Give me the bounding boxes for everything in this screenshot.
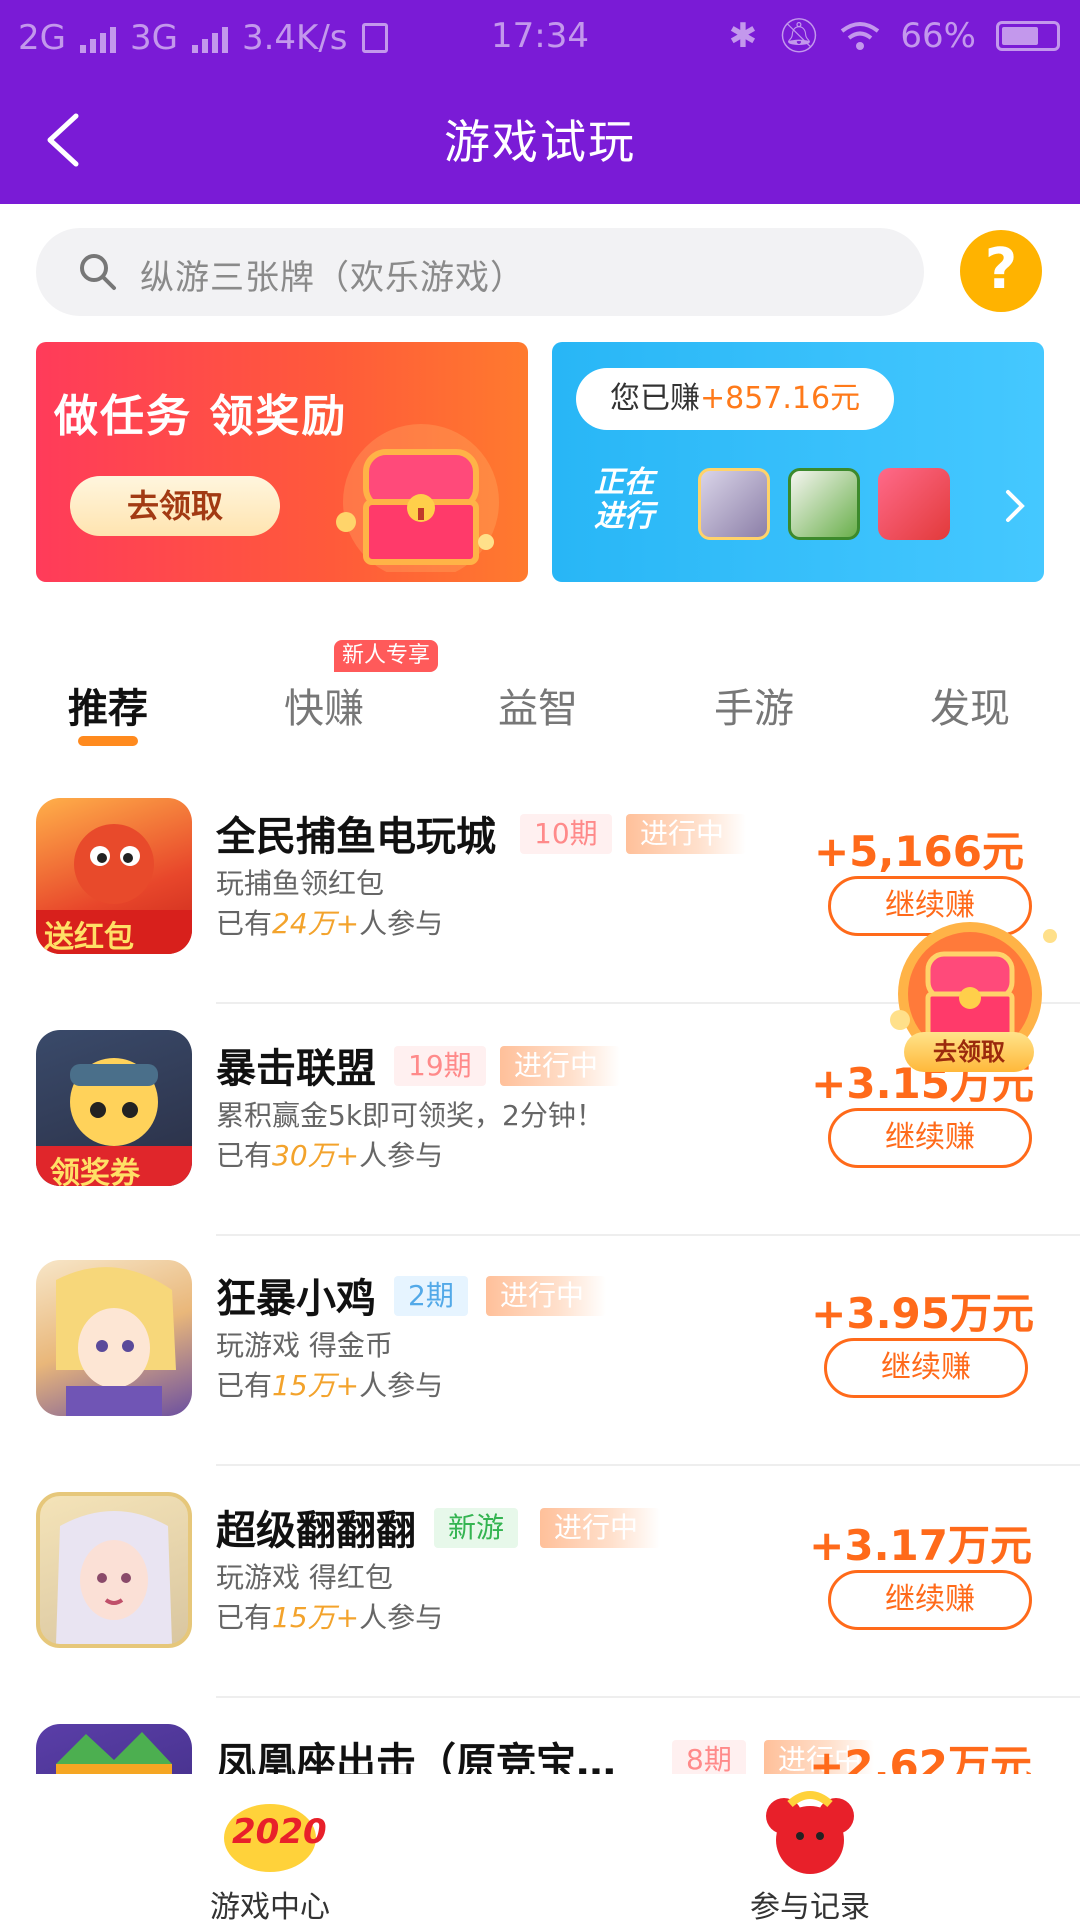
game-desc: 玩捕鱼领红包 [216, 867, 385, 900]
continue-earn-button[interactable]: 继续赚 [828, 1108, 1032, 1168]
game-icon [36, 1724, 192, 1774]
earned-pill: 您已赚+857.16元 [576, 368, 894, 430]
list-item[interactable]: 超级翻翻翻 新游 进行中 玩游戏 得红包 已有15万+人参与 +3.17万元 继… [0, 1468, 1080, 1698]
bluetooth-icon: ✱ [728, 16, 758, 56]
floating-claim-label[interactable]: 去领取 [904, 1032, 1034, 1072]
divider [216, 1696, 1080, 1698]
game-thumb-3[interactable] [878, 468, 950, 540]
status-bar: 2G 3G 3.4K/s 17:34 ✱ 🔕︎ 66% [0, 0, 1080, 76]
tab-recommend[interactable]: 推荐 [28, 676, 188, 734]
claim-button[interactable]: 去领取 [70, 476, 280, 536]
period-tag: 新游 [434, 1508, 519, 1548]
participants: 已有15万+人参与 [216, 1601, 444, 1634]
tab-quick-earn[interactable]: 快赚 [244, 676, 404, 734]
period-tag: 8期 [672, 1740, 746, 1774]
status-tag: 进行中 [540, 1508, 660, 1548]
status-right: ✱ 🔕︎ 66% [729, 16, 1060, 56]
game-name: 狂暴小鸡 [216, 1276, 376, 1322]
category-tabs: 推荐 快赚 新人专享 益智 手游 发现 [0, 640, 1080, 750]
period-tag: 19期 [394, 1046, 486, 1086]
game-desc: 玩游戏 得金币 [216, 1329, 393, 1362]
game-name: 凤凰座出击（原竞宝… [216, 1740, 616, 1774]
new-user-badge: 新人专享 [334, 640, 439, 672]
continue-earn-button[interactable]: 继续赚 [828, 1570, 1032, 1630]
tab-puzzle[interactable]: 益智 [458, 676, 618, 734]
reward-amount: +2.62万元 [809, 1741, 1032, 1774]
nav-participation-records[interactable]: 参与记录 [710, 1786, 910, 1920]
page-title: 游戏试玩 [444, 115, 636, 169]
tab-discover[interactable]: 发现 [890, 676, 1050, 734]
game-name: 全民捕鱼电玩城 [216, 814, 496, 860]
task-reward-banner[interactable]: 做任务 领奖励 去领取 [36, 342, 528, 582]
game-desc: 累积赢金5k即可领奖，2分钟！ [216, 1099, 604, 1132]
wifi-icon [841, 22, 880, 50]
game-icon-label: 领奖券 [50, 1156, 140, 1186]
chevron-right-icon[interactable] [1000, 486, 1030, 526]
tab-mobile-games[interactable]: 手游 [674, 676, 834, 734]
bottom-nav: 2020 游戏中心 参与记录 [0, 1776, 1080, 1920]
top-card: 纵游三张牌（欢乐游戏） ? 做任务 领奖励 去领取 您已赚+857.16元 正在… [0, 204, 1080, 618]
game-desc: 玩游戏 得红包 [216, 1561, 393, 1594]
task-banner-title: 做任务 领奖励 [54, 391, 348, 442]
earned-amount: +857.16元 [700, 381, 861, 416]
treasure-chest-icon [336, 424, 499, 572]
game-icon [36, 1260, 192, 1416]
reward-amount: +3.17万元 [809, 1521, 1032, 1570]
search-input[interactable]: 纵游三张牌（欢乐游戏） [36, 228, 924, 316]
participants: 已有15万+人参与 [216, 1369, 444, 1402]
battery-icon [996, 21, 1060, 51]
earnings-banner[interactable]: 您已赚+857.16元 正在 进行 [552, 342, 1044, 582]
search-icon [80, 254, 116, 290]
mute-icon: 🔕︎ [777, 16, 821, 56]
divider [216, 1464, 1080, 1466]
list-item[interactable]: 凤凰座出击（原竞宝… 8期 进行中 +2.62万元 [0, 1700, 1080, 1774]
game-icon [36, 1492, 192, 1648]
game-thumb-1[interactable] [698, 468, 770, 540]
period-tag: 2期 [394, 1276, 468, 1316]
reward-amount: +3.95万元 [811, 1289, 1034, 1338]
continue-earn-button[interactable]: 继续赚 [824, 1338, 1028, 1398]
participants: 已有30万+人参与 [216, 1139, 444, 1172]
game-name: 暴击联盟 [216, 1046, 376, 1092]
nav-label: 游戏中心 [210, 1890, 330, 1920]
floating-reward-chest[interactable]: 去领取 [880, 910, 1060, 1080]
app-root: 2G 3G 3.4K/s 17:34 ✱ 🔕︎ 66% 游戏试玩 纵游三张牌（欢… [0, 0, 1080, 1920]
game-icon-label: 送红包 [44, 920, 134, 954]
list-item[interactable]: 狂暴小鸡 2期 进行中 玩游戏 得金币 已有15万+人参与 +3.95万元 继续… [0, 1236, 1080, 1466]
help-button[interactable]: ? [960, 230, 1042, 312]
search-placeholder: 纵游三张牌（欢乐游戏） [140, 258, 525, 298]
game-center-icon-text: 2020 [232, 1812, 327, 1852]
game-icon: 送红包 [36, 798, 192, 954]
in-progress-label: 正在 进行 [594, 465, 654, 534]
status-tag: 进行中 [486, 1276, 606, 1316]
earned-prefix: 您已赚 [610, 381, 700, 416]
status-tag: 进行中 [500, 1046, 620, 1086]
participants: 已有24万+人参与 [216, 907, 444, 940]
game-thumb-2[interactable] [788, 468, 860, 540]
period-tag: 10期 [520, 814, 612, 854]
nav-label: 参与记录 [750, 1890, 870, 1920]
mouse-mascot-icon [766, 1791, 854, 1874]
nav-game-center[interactable]: 2020 游戏中心 [170, 1786, 370, 1920]
battery-percent: 66% [900, 16, 976, 56]
tab-active-indicator [78, 736, 138, 746]
game-name: 超级翻翻翻 [216, 1508, 416, 1554]
game-icon: 领奖券 [36, 1030, 192, 1186]
reward-amount: +5,166元 [813, 827, 1024, 876]
header-bar: 2G 3G 3.4K/s 17:34 ✱ 🔕︎ 66% 游戏试玩 [0, 0, 1080, 204]
status-tag: 进行中 [626, 814, 746, 854]
